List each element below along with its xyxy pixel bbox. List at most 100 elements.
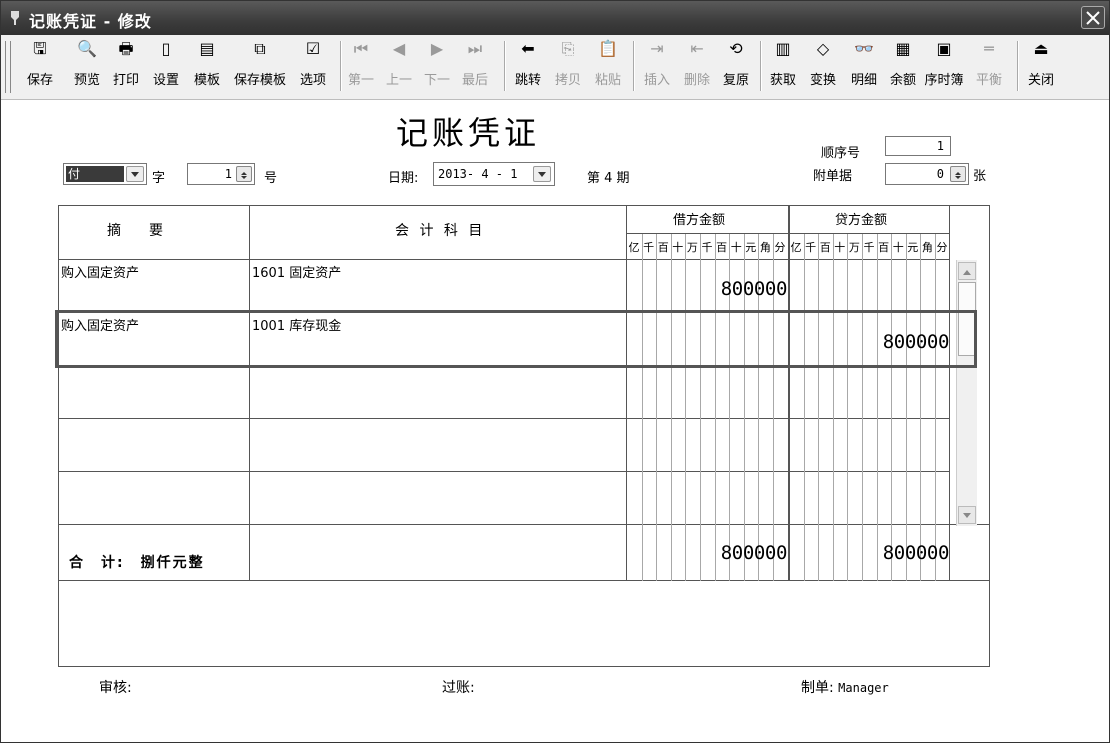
scroll-up-icon[interactable] <box>958 262 976 280</box>
period-text: 第 4 期 <box>587 171 630 186</box>
credit-digit-header: 亿 <box>790 241 802 254</box>
credit-digit-header: 元 <box>907 241 919 254</box>
toolbar-button-delete[interactable]: ⇤ 删除 <box>677 39 717 93</box>
toolbar-button-label: 明细 <box>850 73 877 88</box>
digit-gridline <box>656 234 658 581</box>
toolbar-separator <box>1017 41 1019 91</box>
toolbar-button-balance-check[interactable]: ═ 平衡 <box>973 39 1005 93</box>
title-bar: 记账凭证 - 修改 <box>1 1 1109 35</box>
toolbar-button-transform[interactable]: ◇ 变换 <box>803 39 843 93</box>
toolbar-button-insert[interactable]: ⇥ 插入 <box>637 39 677 93</box>
toolbar-button-label: 关闭 <box>1027 73 1054 88</box>
row-debit-amount[interactable]: 800000 <box>699 278 788 300</box>
toolbar-button-label: 选项 <box>299 73 326 88</box>
toolbar-separator <box>504 41 506 91</box>
attachments-field[interactable]: 0 <box>885 163 969 185</box>
attachments-value: 0 <box>936 167 944 181</box>
spinner-icon[interactable] <box>950 166 966 182</box>
selected-row-highlight <box>55 310 977 368</box>
total-label: 合 计: 捌仟元整 <box>69 555 205 571</box>
toolbar-button-options[interactable]: ☑ 选项 <box>294 39 332 93</box>
close-button[interactable] <box>1081 6 1105 29</box>
toolbar-button-last[interactable]: ⏭ 最后 <box>457 39 493 93</box>
date-picker[interactable]: 2013- 4 - 1 <box>433 162 555 186</box>
print-icon: 🖶 <box>118 39 134 58</box>
preview-icon: 🔍 <box>77 39 97 58</box>
maker-field: 制单: Manager <box>801 677 889 697</box>
options-icon: ☑ <box>305 39 321 58</box>
table-scrollbar[interactable] <box>956 260 977 526</box>
scroll-down-icon[interactable] <box>958 506 976 524</box>
toolbar-button-label: 最后 <box>461 73 488 88</box>
credit-digit-header: 分 <box>936 241 948 254</box>
chevron-down-icon[interactable] <box>126 166 144 182</box>
spinner-icon[interactable] <box>236 166 252 182</box>
page-setup-icon: ▯ <box>161 39 171 58</box>
next-icon: ▶ <box>430 39 444 58</box>
toolbar-button-prev[interactable]: ◀ 上一 <box>381 39 417 93</box>
digit-gridline <box>670 234 672 581</box>
digit-gridline <box>847 234 849 581</box>
debit-digit-header: 元 <box>745 241 757 254</box>
toolbar-button-print[interactable]: 🖶 打印 <box>109 39 143 93</box>
toolbar-button-next[interactable]: ▶ 下一 <box>419 39 455 93</box>
toolbar-button-label: 模板 <box>193 73 220 88</box>
toolbar-button-label: 预览 <box>73 73 100 88</box>
toolbar-button-page-setup[interactable]: ▯ 设置 <box>148 39 184 93</box>
toolbar-button-label: 序时簿 <box>924 73 964 88</box>
header-account: 会 计 科 目 <box>395 223 486 239</box>
detail-icon: 👓 <box>854 39 874 58</box>
digit-gridline <box>905 234 907 581</box>
sequence-field[interactable]: 1 <box>885 136 951 156</box>
toolbar-button-save-template[interactable]: ⧉ 保存模板 <box>229 39 291 93</box>
attachments-label: 附单据 <box>813 169 853 184</box>
close-icon <box>1086 11 1100 25</box>
header-credit: 贷方金额 <box>835 213 888 228</box>
total-debit: 800000 <box>720 542 788 564</box>
restore-icon: ⟲ <box>729 39 743 58</box>
toolbar-button-save[interactable]: 🖫 保存 <box>23 39 57 93</box>
app-icon <box>11 11 19 25</box>
chevron-down-icon[interactable] <box>533 166 551 182</box>
digit-gridline <box>935 234 936 581</box>
date-value: 2013- 4 - 1 <box>438 167 518 181</box>
voucher-number-value: 1 <box>224 167 232 181</box>
toolbar-button-paste[interactable]: 📋 粘贴 <box>588 39 628 93</box>
credit-digit-header: 角 <box>921 241 933 254</box>
row-summary[interactable]: 购入固定资产 <box>61 262 139 281</box>
toolbar-button-jump[interactable]: ⬅ 跳转 <box>508 39 548 93</box>
toolbar-button-label: 第一 <box>347 73 374 88</box>
row-account[interactable]: 1601 固定资产 <box>252 262 341 281</box>
toolbar-button-journal[interactable]: ▣ 序时簿 <box>921 39 967 93</box>
voucher-table: 摘 要 会 计 科 目 借方金额 贷方金额 亿千百十万千百十元角分亿千百十万千百… <box>58 205 990 667</box>
toolbar-button-label: 打印 <box>112 73 139 88</box>
toolbar-button-preview[interactable]: 🔍 预览 <box>67 39 107 93</box>
prev-icon: ◀ <box>392 39 406 58</box>
toolbar-button-balance[interactable]: ▦ 余额 <box>883 39 923 93</box>
debit-digit-header: 万 <box>686 241 698 254</box>
toolbar-button-fetch[interactable]: ▥ 获取 <box>763 39 803 93</box>
toolbar-button-detail[interactable]: 👓 明细 <box>844 39 884 93</box>
fetch-icon: ▥ <box>775 39 791 58</box>
debit-digit-header: 分 <box>774 241 786 254</box>
toolbar-button-first[interactable]: ⏮ 第一 <box>343 39 379 93</box>
voucher-type-value: 付 <box>66 166 124 182</box>
toolbar-separator <box>633 41 635 91</box>
jump-icon: ⬅ <box>521 39 535 58</box>
reviewer-label: 审核: <box>99 680 132 696</box>
toolbar-button-label: 跳转 <box>514 73 541 88</box>
template-icon: ▤ <box>199 39 215 58</box>
toolbar-button-label: 下一 <box>423 73 450 88</box>
toolbar-button-template[interactable]: ▤ 模板 <box>189 39 225 93</box>
toolbar-button-copy[interactable]: ⎘ 拷贝 <box>548 39 588 93</box>
digit-gridline <box>832 234 834 581</box>
voucher-type-select[interactable]: 付 <box>63 163 147 185</box>
toolbar-button-label: 删除 <box>683 73 710 88</box>
digit-gridline <box>920 234 922 581</box>
voucher-number-field[interactable]: 1 <box>187 163 255 185</box>
toolbar-button-restore[interactable]: ⟲ 复原 <box>716 39 756 93</box>
digit-gridline <box>818 234 820 581</box>
toolbar-grip[interactable] <box>5 41 11 93</box>
maker-label: 制单: <box>801 680 834 696</box>
toolbar-button-exit[interactable]: ⏏ 关闭 <box>1021 39 1061 93</box>
